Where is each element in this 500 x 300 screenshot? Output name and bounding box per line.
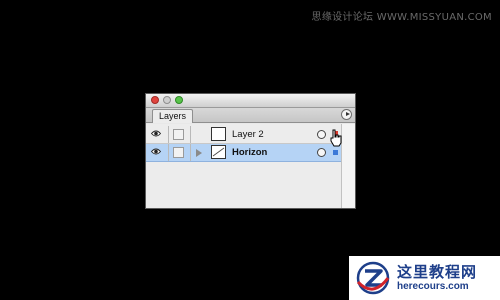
close-button[interactable] [151, 96, 159, 104]
target-circle-icon[interactable] [317, 148, 326, 157]
hand-cursor-icon [330, 129, 342, 147]
watermark-url: herecours.com [397, 281, 469, 292]
zoom-button[interactable] [175, 96, 183, 104]
panel-tabstrip: Layers [146, 108, 355, 123]
eye-icon[interactable] [151, 147, 161, 156]
selection-indicator[interactable] [333, 150, 338, 155]
vertical-scrollbar[interactable] [341, 124, 355, 208]
horizon-line-icon [212, 147, 225, 157]
watermark-title: 这里教程网 [397, 263, 478, 281]
panel-menu-button[interactable] [341, 109, 352, 120]
minimize-button[interactable] [163, 96, 171, 104]
column-divider [168, 144, 169, 161]
layer-thumbnail [211, 145, 226, 159]
column-divider [190, 144, 191, 161]
layers-panel: Layers Layer 2 Horizon [145, 93, 356, 209]
lock-toggle[interactable] [173, 147, 184, 158]
target-circle-icon[interactable] [317, 130, 326, 139]
expand-triangle-icon[interactable] [196, 149, 202, 157]
panel-titlebar[interactable] [146, 94, 355, 108]
logo-seal-icon [356, 261, 390, 295]
eye-icon[interactable] [151, 129, 161, 138]
column-divider [168, 126, 169, 143]
column-divider [190, 126, 191, 143]
layer-name[interactable]: Layer 2 [232, 129, 264, 141]
layers-list: Layer 2 Horizon [146, 124, 342, 208]
layer-name[interactable]: Horizon [232, 147, 267, 159]
tab-layers[interactable]: Layers [152, 109, 194, 123]
layer-thumbnail [211, 127, 226, 141]
watermark-top: 思缘设计论坛 WWW.MISSYUAN.COM [311, 12, 492, 23]
lock-toggle[interactable] [173, 129, 184, 140]
layer-row-horizon[interactable]: Horizon [146, 144, 342, 162]
layer-row-layer-2[interactable]: Layer 2 [146, 126, 342, 144]
watermark-logo: 这里教程网 herecours.com [349, 256, 500, 300]
